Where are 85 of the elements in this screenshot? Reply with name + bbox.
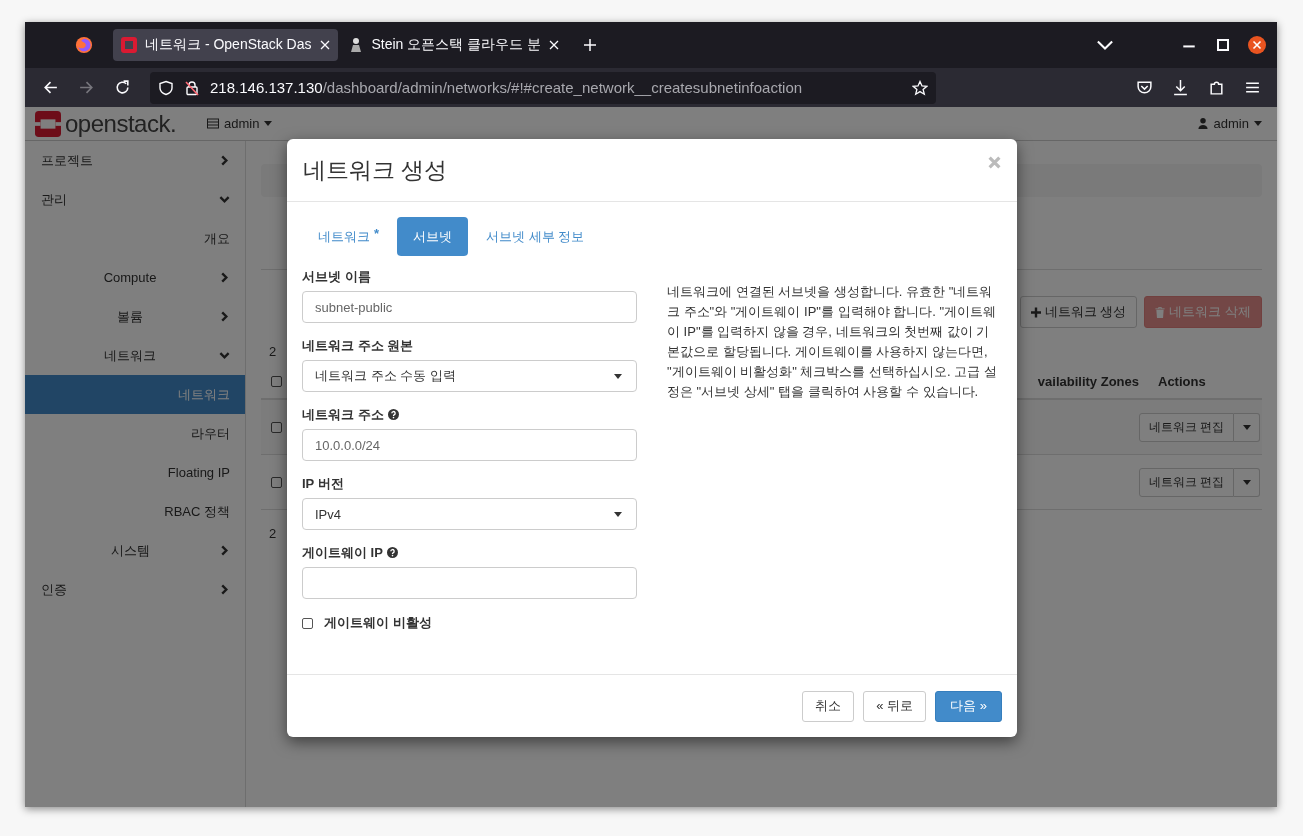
caret-icon xyxy=(614,511,622,517)
sidebar-item[interactable]: 개요 xyxy=(25,219,245,258)
sidebar-group[interactable]: 관리 xyxy=(25,180,245,219)
tab-title: 네트워크 - OpenStack Das xyxy=(145,36,312,54)
edit-network-button[interactable]: 네트워크 편집 xyxy=(1139,412,1235,442)
item-count: 2 xyxy=(269,526,277,542)
url-text: 218.146.137.130/dashboard/admin/networks/#!#create_network__createsubnetinfoaction xyxy=(210,79,803,96)
chevron-right-icon xyxy=(219,272,230,283)
caret-icon xyxy=(614,373,622,379)
sidebar-group[interactable]: Compute xyxy=(25,258,245,297)
chevron-down-icon xyxy=(219,350,230,361)
sidebar-item[interactable]: 네트워크 xyxy=(25,375,245,414)
chevron-right-icon xyxy=(219,311,230,322)
edit-network-button[interactable]: 네트워크 편집 xyxy=(1139,467,1235,497)
reload-icon[interactable] xyxy=(114,79,131,96)
sidebar-group[interactable]: 인증 xyxy=(25,570,245,609)
sidebar-group[interactable]: 네트워크 xyxy=(25,336,245,375)
shield-icon xyxy=(158,79,174,96)
item-count: 2 xyxy=(269,344,277,360)
chevron-right-icon xyxy=(219,155,230,166)
select-field[interactable]: 네트워크 주소 수동 입력 xyxy=(302,360,637,392)
back-icon[interactable] xyxy=(42,79,59,96)
browser-tab[interactable]: 네트워크 - OpenStack Das xyxy=(113,29,338,61)
close-icon[interactable] xyxy=(1247,35,1267,55)
input-field[interactable] xyxy=(302,567,637,599)
footer-button[interactable]: « 뒤로 xyxy=(863,690,927,722)
pocket-icon[interactable] xyxy=(1136,79,1153,96)
modal-tab[interactable]: 네트워크 * xyxy=(302,217,396,256)
checkbox-label: 게이트웨이 비활성 xyxy=(324,614,432,632)
field-label: 게이트웨이 IP xyxy=(302,543,383,562)
create-network-button[interactable]: 네트워크 생성 xyxy=(1019,296,1138,328)
caret-icon xyxy=(264,121,273,126)
modal-title: 네트워크 생성 xyxy=(303,155,449,185)
sidebar-group[interactable]: 시스템 xyxy=(25,531,245,570)
actions-menu-button[interactable] xyxy=(1234,467,1261,497)
tab-title: Stein 오픈스택 클라우드 분 xyxy=(371,36,542,54)
openstack-logo-icon xyxy=(121,37,137,53)
input-field[interactable]: 10.0.0.0/24 xyxy=(302,429,637,461)
checkbox[interactable] xyxy=(302,617,313,629)
help-icon[interactable] xyxy=(386,547,398,558)
new-tab-icon[interactable] xyxy=(583,38,598,52)
modal-tab[interactable]: 서브넷 xyxy=(397,217,469,256)
server-icon xyxy=(207,118,219,129)
row-checkbox[interactable] xyxy=(271,421,282,433)
footer-button[interactable]: 취소 xyxy=(802,690,855,722)
sidebar-group[interactable]: 볼륨 xyxy=(25,297,245,336)
forward-icon[interactable] xyxy=(78,79,95,96)
address-bar[interactable]: 218.146.137.130/dashboard/admin/networks/#!#create_network__createsubnetinfoaction xyxy=(150,71,936,104)
browser-tab[interactable]: Stein 오픈스택 클라우드 분 xyxy=(339,29,568,61)
next-button[interactable]: 다음 » xyxy=(935,690,1002,722)
help-icon[interactable] xyxy=(387,409,399,420)
user-icon xyxy=(1196,118,1209,129)
sidebar-item[interactable]: RBAC 정책 xyxy=(25,492,245,531)
select-field[interactable]: IPv4 xyxy=(302,498,637,530)
browser-logo-icon[interactable] xyxy=(75,36,93,54)
puzzle-icon[interactable] xyxy=(1208,79,1225,96)
user-dropdown[interactable]: admin xyxy=(1196,116,1262,131)
field-label: 서브넷 이름 xyxy=(302,267,372,286)
openstack-logo-icon[interactable] xyxy=(35,110,61,137)
row-checkbox[interactable] xyxy=(271,476,282,488)
description-text: 네트워크에 연결된 서브넷을 생성합니다. 유효한 "네트워크 주소"와 "게이트웨이 IP"를 입력해야 합니다. "게이트웨이 IP"를 입력하지 않을 경우, 네트워크의 첫번째 값이 기본값으로 할당됩니다. 게이트웨이를 사용하지 않는다면, "게이트웨이 비활성화" 체크박스를 선택하십시오. 고급 설정은 "서브넷 상세" 탭을 클릭하여 사용할 수 있습니다. xyxy=(667,283,998,401)
select-all-checkbox[interactable] xyxy=(271,375,282,387)
plus-icon xyxy=(1030,306,1041,318)
field-label: 네트워크 주소 xyxy=(302,405,384,424)
insecure-lock-icon xyxy=(184,79,200,96)
chevron-down-icon xyxy=(219,194,230,205)
sidebar-item[interactable]: Floating IP xyxy=(25,453,245,492)
sidebar-item[interactable]: 라우터 xyxy=(25,414,245,453)
chevron-right-icon xyxy=(219,545,230,556)
column-header: Actions xyxy=(1158,373,1207,389)
input-field[interactable]: subnet-public xyxy=(302,291,637,323)
caret-icon xyxy=(1242,479,1251,485)
download-icon[interactable] xyxy=(1172,79,1189,96)
caret-icon xyxy=(1242,424,1251,430)
logo-text: openstack. xyxy=(65,109,177,138)
column-header[interactable]: vailability Zones xyxy=(1037,373,1139,389)
modal-tab[interactable]: 서브넷 세부 정보 xyxy=(470,217,601,256)
field-label: 네트워크 주소 원본 xyxy=(302,336,415,355)
actions-menu-button[interactable] xyxy=(1234,412,1261,442)
field-label: IP 버전 xyxy=(302,474,345,493)
sidebar-group[interactable]: 프로젝트 xyxy=(25,141,245,180)
project-dropdown[interactable]: admin xyxy=(207,116,273,131)
star-icon[interactable] xyxy=(912,79,928,96)
caret-icon xyxy=(1254,121,1262,126)
chevron-right-icon xyxy=(219,584,230,595)
